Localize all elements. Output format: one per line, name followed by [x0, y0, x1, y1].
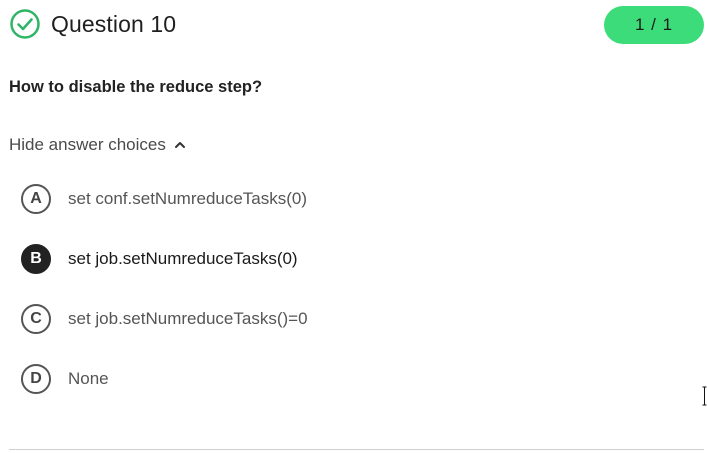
choice-a[interactable]: A set conf.setNumreduceTasks(0) — [21, 182, 441, 216]
choice-b[interactable]: B set job.setNumreduceTasks(0) — [21, 242, 441, 276]
choice-letter: C — [21, 304, 51, 334]
question-prompt: How to disable the reduce step? — [9, 78, 263, 96]
choice-text: set job.setNumreduceTasks(0) — [68, 249, 298, 268]
question-card: Question 10 1 / 1 How to disable the red… — [0, 0, 707, 453]
toggle-label: Hide answer choices — [9, 135, 166, 154]
choice-letter: A — [21, 184, 51, 214]
question-header: Question 10 — [9, 8, 176, 40]
choice-c[interactable]: C set job.setNumreduceTasks()=0 — [21, 302, 441, 336]
hide-answer-choices-toggle[interactable]: Hide answer choices — [9, 135, 186, 155]
score-badge: 1 / 1 — [604, 6, 704, 44]
choice-letter-selected: B — [21, 244, 51, 274]
text-cursor-icon — [702, 386, 707, 406]
choice-text: set conf.setNumreduceTasks(0) — [68, 189, 308, 208]
choice-d[interactable]: D None — [21, 362, 441, 396]
chevron-up-icon — [174, 142, 185, 148]
choice-text: None — [68, 369, 109, 388]
choice-letter: D — [21, 364, 51, 394]
question-title: Question 10 — [51, 10, 177, 37]
bottom-divider — [9, 449, 704, 450]
choice-text: set job.setNumreduceTasks()=0 — [68, 309, 308, 328]
check-circle-icon — [10, 9, 40, 39]
